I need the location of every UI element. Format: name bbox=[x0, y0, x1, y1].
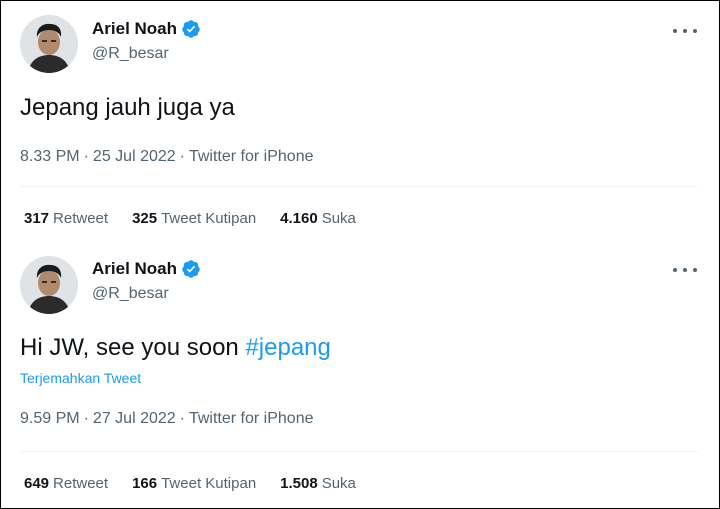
verified-badge-icon bbox=[181, 19, 201, 39]
meta-separator: · bbox=[179, 410, 185, 427]
quote-count[interactable]: 166 Tweet Kutipan bbox=[132, 475, 256, 492]
hashtag-link[interactable]: #jepang bbox=[245, 334, 330, 361]
divider bbox=[20, 186, 698, 187]
avatar-photo bbox=[20, 256, 78, 314]
tweet-stats: 649 Retweet 166 Tweet Kutipan 1.508 Suka bbox=[24, 475, 380, 492]
retweet-number: 649 bbox=[24, 475, 50, 492]
like-number: 1.508 bbox=[280, 475, 318, 492]
like-label: Suka bbox=[321, 210, 356, 227]
retweet-label: Retweet bbox=[53, 210, 109, 227]
tweet-source[interactable]: Twitter for iPhone bbox=[189, 148, 314, 165]
avatar-photo bbox=[20, 15, 78, 73]
quote-label: Tweet Kutipan bbox=[161, 210, 257, 227]
tweet-date[interactable]: 27 Jul 2022 bbox=[93, 410, 176, 427]
quote-count[interactable]: 325 Tweet Kutipan bbox=[132, 210, 256, 227]
tweet-text: Hi JW, see you soon #jepang bbox=[20, 333, 331, 363]
verified-badge-icon bbox=[181, 259, 201, 279]
like-count[interactable]: 4.160 Suka bbox=[280, 210, 356, 227]
tweet-stats: 317 Retweet 325 Tweet Kutipan 4.160 Suka bbox=[24, 210, 380, 227]
avatar[interactable] bbox=[20, 15, 78, 73]
handle[interactable]: @R_besar bbox=[92, 284, 169, 304]
tweet-meta: 8.33 PM · 25 Jul 2022 · Twitter for iPhone bbox=[20, 147, 313, 167]
avatar[interactable] bbox=[20, 256, 78, 314]
divider bbox=[20, 451, 698, 452]
quote-number: 166 bbox=[132, 475, 158, 492]
retweet-count[interactable]: 649 Retweet bbox=[24, 475, 108, 492]
like-label: Suka bbox=[321, 475, 356, 492]
more-options-icon[interactable] bbox=[673, 23, 697, 39]
meta-separator: · bbox=[83, 410, 89, 427]
author-row: Ariel Noah bbox=[92, 258, 201, 280]
tweet-time[interactable]: 9.59 PM bbox=[20, 410, 80, 427]
more-options-icon[interactable] bbox=[673, 262, 697, 278]
tweet-source[interactable]: Twitter for iPhone bbox=[189, 410, 314, 427]
meta-separator: · bbox=[83, 148, 89, 165]
translate-tweet-link[interactable]: Terjemahkan Tweet bbox=[20, 370, 141, 386]
quote-label: Tweet Kutipan bbox=[161, 475, 257, 492]
author-row: Ariel Noah bbox=[92, 18, 201, 40]
tweet-text: Jepang jauh juga ya bbox=[20, 94, 235, 121]
tweet-meta: 9.59 PM · 27 Jul 2022 · Twitter for iPhone bbox=[20, 409, 313, 429]
tweet: Ariel Noah @R_besar Jepang jauh juga ya … bbox=[1, 1, 719, 245]
tweet-text-prefix: Hi JW, see you soon bbox=[20, 334, 246, 361]
display-name[interactable]: Ariel Noah bbox=[92, 18, 177, 40]
handle[interactable]: @R_besar bbox=[92, 44, 169, 64]
retweet-number: 317 bbox=[24, 210, 50, 227]
meta-separator: · bbox=[179, 148, 185, 165]
quote-number: 325 bbox=[132, 210, 158, 227]
like-count[interactable]: 1.508 Suka bbox=[280, 475, 356, 492]
retweet-label: Retweet bbox=[53, 475, 109, 492]
retweet-count[interactable]: 317 Retweet bbox=[24, 210, 108, 227]
tweet-date[interactable]: 25 Jul 2022 bbox=[93, 148, 176, 165]
tweet-time[interactable]: 8.33 PM bbox=[20, 148, 80, 165]
screenshot-frame: Ariel Noah @R_besar Jepang jauh juga ya … bbox=[0, 0, 720, 509]
like-number: 4.160 bbox=[280, 210, 318, 227]
tweet: Ariel Noah @R_besar Hi JW, see you soon … bbox=[1, 245, 719, 508]
display-name[interactable]: Ariel Noah bbox=[92, 258, 177, 280]
